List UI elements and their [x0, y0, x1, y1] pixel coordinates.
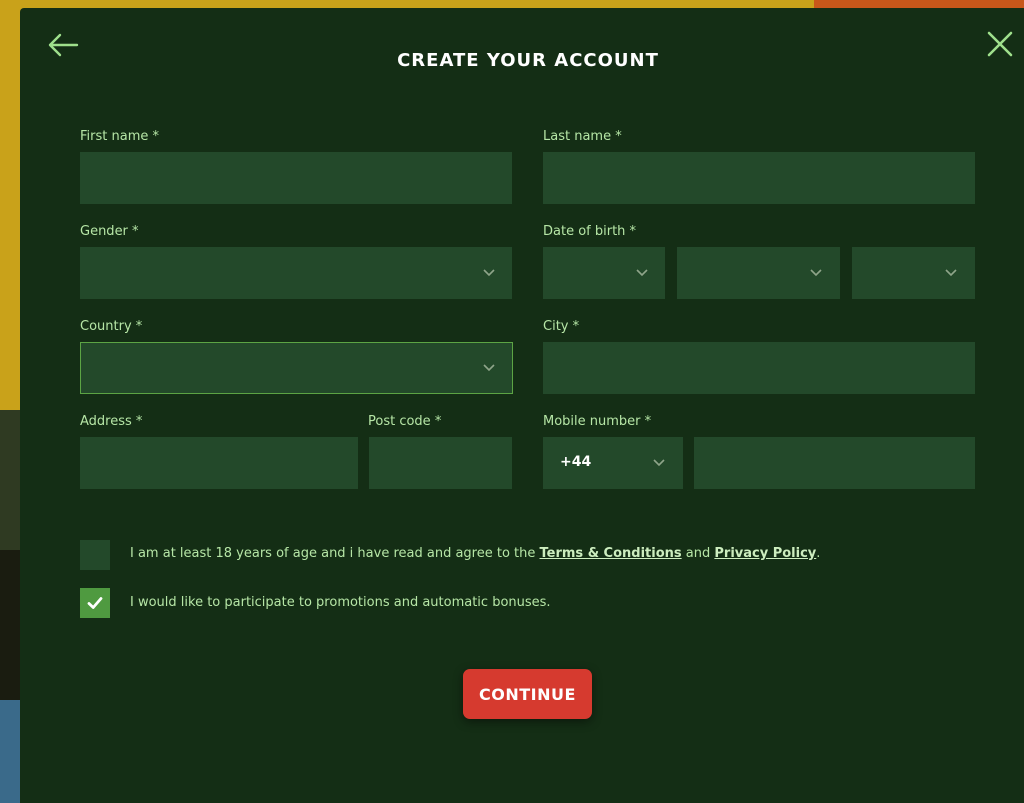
terms-conditions-link[interactable]: Terms & Conditions [540, 546, 682, 561]
gender-select[interactable] [80, 247, 512, 299]
country-code-select[interactable]: +44 [543, 437, 683, 489]
mobile-number-label: Mobile number * [543, 414, 652, 429]
background-accent [814, 0, 1024, 8]
city-field[interactable] [543, 342, 975, 394]
chevron-down-icon [653, 459, 665, 467]
create-account-modal: CREATE YOUR ACCOUNT First name * Last na… [20, 8, 1024, 803]
country-label: Country * [80, 319, 143, 334]
chevron-down-icon [810, 269, 822, 277]
chevron-down-icon [636, 269, 648, 277]
date-of-birth-label: Date of birth * [543, 224, 637, 239]
address-label: Address * [80, 414, 143, 429]
age-terms-checkbox[interactable] [80, 540, 110, 570]
country-code-value: +44 [560, 454, 592, 470]
privacy-policy-link[interactable]: Privacy Policy [714, 546, 816, 561]
dob-year-select[interactable] [852, 247, 975, 299]
age-terms-text-end: . [816, 546, 821, 561]
chevron-down-icon [483, 364, 495, 372]
continue-button[interactable]: CONTINUE [463, 669, 592, 719]
dob-day-select[interactable] [543, 247, 665, 299]
address-field[interactable] [80, 437, 358, 489]
age-terms-text-start: I am at least 18 years of age and i have… [130, 546, 540, 561]
checkmark-icon [87, 597, 103, 609]
chevron-down-icon [945, 269, 957, 277]
last-name-label: Last name * [543, 129, 622, 144]
first-name-label: First name * [80, 129, 159, 144]
gender-label: Gender * [80, 224, 139, 239]
mobile-number-field[interactable] [694, 437, 975, 489]
chevron-down-icon [483, 269, 495, 277]
post-code-field[interactable] [369, 437, 512, 489]
country-select[interactable] [80, 342, 513, 394]
first-name-field[interactable] [80, 152, 512, 204]
last-name-field[interactable] [543, 152, 975, 204]
modal-title: CREATE YOUR ACCOUNT [397, 50, 659, 71]
dob-month-select[interactable] [677, 247, 840, 299]
promotions-checkbox[interactable] [80, 588, 110, 618]
age-terms-text-and: and [681, 546, 715, 561]
city-label: City * [543, 319, 580, 334]
post-code-label: Post code * [368, 414, 442, 429]
promotions-text: I would like to participate to promotion… [130, 595, 551, 610]
age-terms-text: I am at least 18 years of age and i have… [130, 546, 820, 561]
